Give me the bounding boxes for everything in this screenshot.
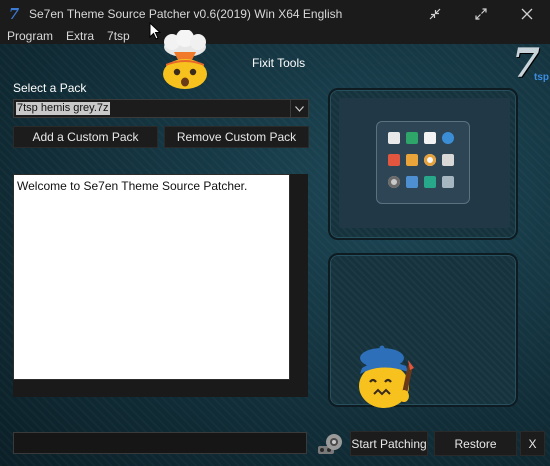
image-icon: [406, 132, 418, 144]
collapse-button[interactable]: [412, 0, 458, 28]
settings-icon: [442, 154, 454, 166]
document-icon: [424, 132, 436, 144]
menu-program[interactable]: Program: [7, 28, 53, 44]
log-text: Welcome to Se7en Theme Source Patcher.: [17, 179, 248, 193]
7tsp-logo: 7 tsp: [510, 40, 550, 88]
window-close-button[interactable]: [504, 0, 550, 28]
preview-icons: [376, 121, 470, 204]
chevron-down-icon: [295, 105, 304, 112]
recycle-bin-icon: [424, 176, 436, 188]
menu-bar: Program Extra 7tsp: [0, 28, 550, 44]
menu-7tsp[interactable]: 7tsp: [107, 28, 130, 44]
log-vertical-scrollbar[interactable]: [290, 174, 308, 397]
archive-icon: [388, 154, 400, 166]
color-wheel-icon: [424, 154, 436, 166]
select-pack-label: Select a Pack: [13, 81, 87, 95]
patch-engine-icon[interactable]: [316, 432, 344, 456]
log-horizontal-scrollbar[interactable]: [13, 380, 290, 397]
fixit-tools-link[interactable]: Fixit Tools: [252, 56, 305, 70]
close-icon: [521, 8, 533, 20]
app-window: 7 Se7en Theme Source Patcher v0.6(2019) …: [0, 0, 550, 466]
remove-custom-pack-button[interactable]: Remove Custom Pack: [164, 126, 309, 148]
exploding-head-emoji: [163, 30, 207, 89]
window-title: Se7en Theme Source Patcher v0.6(2019) Wi…: [29, 7, 343, 21]
log-textbox[interactable]: Welcome to Se7en Theme Source Patcher.: [13, 174, 290, 380]
mouse-cursor-icon: [149, 22, 161, 40]
user-icon: [388, 132, 400, 144]
pack-select-value: 7tsp hemis grey.7z: [16, 102, 110, 115]
control-panel-icon: [406, 176, 418, 188]
add-custom-pack-button[interactable]: Add a Custom Pack: [13, 126, 158, 148]
start-patching-button[interactable]: Start Patching: [350, 431, 428, 456]
disk-icon: [388, 176, 400, 188]
app-icon: 7: [8, 5, 20, 23]
logo-sub: tsp: [534, 72, 549, 83]
close-button[interactable]: X: [520, 431, 545, 456]
globe-icon: [442, 132, 454, 144]
artist-emoji: [359, 345, 414, 408]
title-bar: 7 Se7en Theme Source Patcher v0.6(2019) …: [0, 0, 550, 28]
pack-select-dropdown[interactable]: [290, 100, 308, 117]
status-field[interactable]: [13, 432, 307, 454]
monitor-icon: [442, 176, 454, 188]
pack-select[interactable]: 7tsp hemis grey.7z: [13, 99, 309, 118]
menu-extra[interactable]: Extra: [66, 28, 94, 44]
folder-icon: [406, 154, 418, 166]
expand-button[interactable]: [458, 0, 504, 28]
collapse-arrows-icon: [429, 8, 441, 20]
restore-button[interactable]: Restore: [434, 431, 517, 456]
expand-arrows-icon: [475, 8, 487, 20]
